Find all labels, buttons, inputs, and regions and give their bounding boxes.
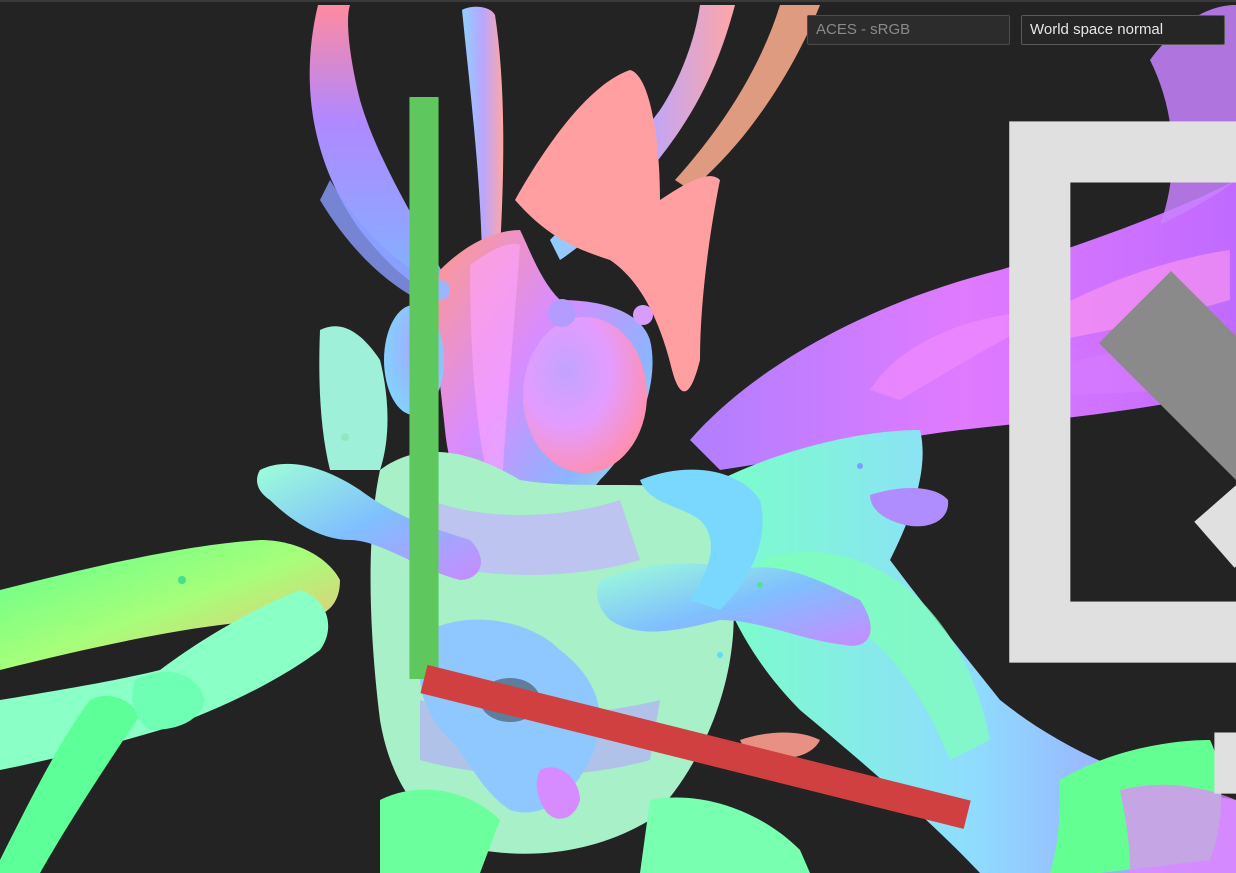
axis-gizmo-icon <box>409 97 971 829</box>
3d-viewport[interactable]: ACES - sRGB World space normal <box>0 0 1236 873</box>
